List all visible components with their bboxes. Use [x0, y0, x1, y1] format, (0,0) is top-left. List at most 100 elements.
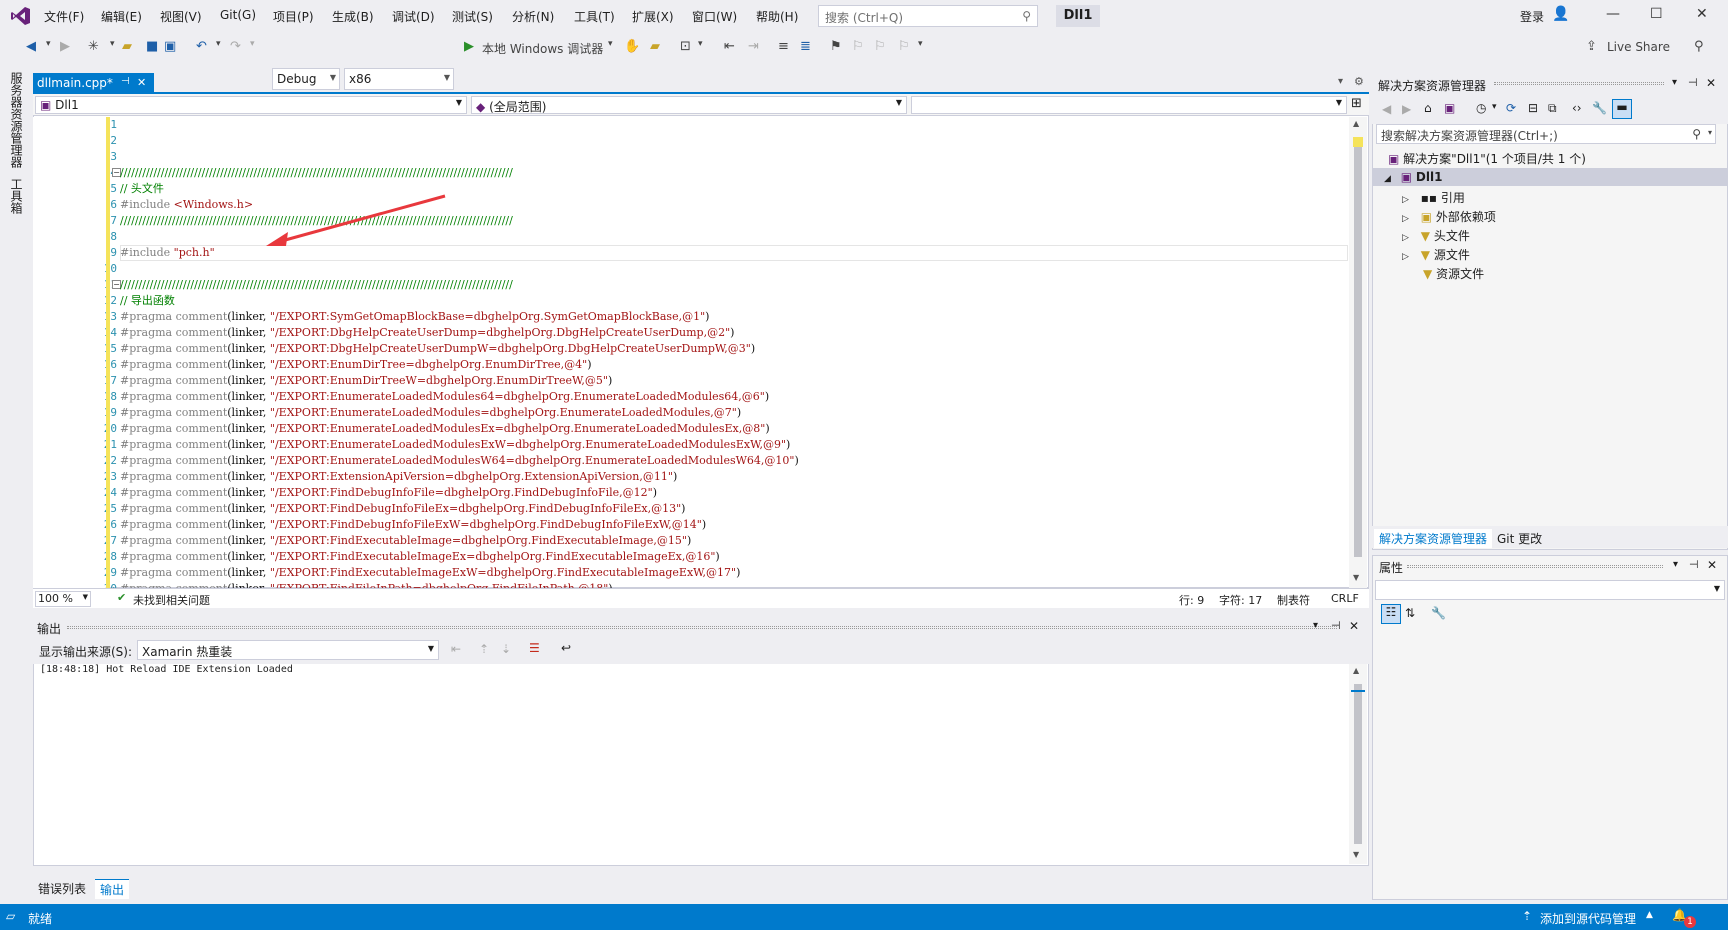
menu-view[interactable]: 视图(V): [160, 8, 202, 25]
menu-analyze[interactable]: 分析(N): [512, 8, 554, 25]
search-options-dropdown-icon[interactable]: ▾: [1708, 128, 1712, 137]
toolbox-tab[interactable]: 工具箱: [8, 178, 25, 214]
scroll-down-icon[interactable]: ▼: [1353, 850, 1359, 859]
tab-git-changes[interactable]: Git 更改: [1492, 529, 1547, 548]
categorized-icon[interactable]: ☷: [1381, 604, 1401, 624]
back-icon[interactable]: ◀: [26, 39, 36, 54]
step-icon[interactable]: ⇥: [748, 39, 759, 54]
settings-gear-icon[interactable]: ⚙: [1354, 75, 1364, 88]
server-explorer-tab[interactable]: 服务器资源管理器: [8, 72, 25, 168]
filter-dropdown-icon[interactable]: ▾: [1492, 102, 1497, 112]
project-node[interactable]: ◢ ▣ Dll1: [1384, 170, 1442, 184]
scroll-thumb[interactable]: [1354, 684, 1362, 844]
close-panel-icon[interactable]: ✕: [1707, 558, 1717, 572]
live-share-icon[interactable]: ⇪: [1586, 39, 1597, 54]
save-all-icon[interactable]: ▣: [164, 39, 176, 54]
account-icon[interactable]: 👤: [1552, 6, 1569, 22]
find-message-icon[interactable]: ⇤: [451, 642, 461, 656]
scroll-up-icon[interactable]: ▲: [1353, 119, 1359, 128]
prev-bookmark-icon[interactable]: ⚐: [852, 39, 864, 54]
chevron-right-icon[interactable]: ▷: [1402, 252, 1409, 262]
clear-bookmarks-icon[interactable]: ⚐: [898, 39, 910, 54]
properties-object-select[interactable]: ▼: [1375, 580, 1725, 600]
solution-node[interactable]: ▣ 解决方案"Dll1"(1 个项目/共 1 个): [1388, 150, 1586, 167]
pending-changes-icon[interactable]: ◷: [1476, 101, 1486, 115]
chevron-right-icon[interactable]: ▷: [1402, 233, 1409, 243]
live-share-button[interactable]: Live Share: [1607, 40, 1670, 54]
redo-icon[interactable]: ↷: [230, 39, 241, 54]
search-box[interactable]: 搜索 (Ctrl+Q) ⚲: [818, 5, 1038, 27]
panel-menu-icon[interactable]: ▾: [1672, 77, 1677, 88]
open-folder-icon[interactable]: ▰: [122, 39, 132, 54]
menu-debug[interactable]: 调试(D): [392, 8, 435, 25]
diagnostic-icon[interactable]: ⊡: [680, 39, 691, 54]
switch-views-icon[interactable]: ▣: [1444, 101, 1455, 115]
tab-solution-explorer[interactable]: 解决方案资源管理器: [1374, 529, 1493, 548]
bookmark-icon[interactable]: ⚑: [830, 39, 842, 54]
close-tab-icon[interactable]: ✕: [137, 76, 146, 89]
browse-folder-icon[interactable]: ▰: [650, 39, 660, 54]
panel-menu-icon[interactable]: ▾: [1673, 559, 1678, 570]
panel-menu-icon[interactable]: ▾: [1313, 620, 1318, 631]
chevron-right-icon[interactable]: ▷: [1402, 195, 1409, 205]
pin-icon[interactable]: ⊣: [1689, 558, 1699, 571]
tab-dllmain[interactable]: dllmain.cpp* ⊣ ✕: [33, 73, 154, 94]
step-over-icon[interactable]: ⇤: [724, 39, 735, 54]
uncomment-icon[interactable]: ≣: [800, 39, 811, 54]
comment-icon[interactable]: ≡: [778, 39, 789, 54]
tab-error-list[interactable]: 错误列表: [33, 879, 91, 898]
tree-node-external-deps[interactable]: ▷ ▣ 外部依赖项: [1402, 208, 1496, 225]
panel-grip[interactable]: [67, 626, 1337, 629]
tab-mode-indicator[interactable]: 制表符: [1277, 592, 1310, 608]
solution-search-input[interactable]: 搜索解决方案资源管理器(Ctrl+;) ⚲ ▾: [1376, 124, 1716, 144]
platform-select[interactable]: x86 ▼: [344, 68, 454, 90]
source-control-button[interactable]: 添加到源代码管理: [1540, 910, 1636, 927]
scroll-up-icon[interactable]: ▲: [1353, 666, 1359, 675]
maximize-button[interactable]: ☐: [1650, 6, 1663, 22]
scroll-thumb[interactable]: [1354, 137, 1362, 557]
output-vertical-scrollbar[interactable]: ▲ ▼: [1349, 664, 1367, 864]
minimize-button[interactable]: —: [1606, 6, 1620, 22]
forward-icon[interactable]: ▶: [1402, 102, 1411, 116]
preview-icon[interactable]: ▬: [1612, 99, 1632, 119]
tree-node-resource-files[interactable]: ▼ 资源文件: [1423, 265, 1484, 282]
start-debug-button[interactable]: 本地 Windows 调试器: [482, 40, 603, 57]
config-select[interactable]: Debug ▼: [272, 68, 340, 90]
next-bookmark-icon[interactable]: ⚐: [874, 39, 886, 54]
scroll-down-icon[interactable]: ▼: [1353, 573, 1359, 582]
chevron-right-icon[interactable]: ▷: [1402, 214, 1409, 224]
sync-icon[interactable]: ⟳: [1506, 101, 1516, 115]
menu-git[interactable]: Git(G): [220, 8, 256, 22]
chevron-up-icon[interactable]: ▲: [1646, 910, 1653, 920]
debug-target-dropdown-icon[interactable]: ▾: [608, 39, 613, 49]
back-dropdown-icon[interactable]: ▾: [46, 39, 51, 49]
tree-node-header-files[interactable]: ▷ ▼ 头文件: [1402, 227, 1470, 244]
property-pages-icon[interactable]: 🔧: [1431, 606, 1446, 620]
expanded-chevron-icon[interactable]: ◢: [1384, 174, 1391, 184]
alphabetical-icon[interactable]: ⇅: [1405, 606, 1415, 620]
attach-icon[interactable]: ✋: [624, 39, 640, 54]
tree-node-references[interactable]: ▷ ▪▪ 引用: [1402, 189, 1465, 206]
close-panel-icon[interactable]: ✕: [1349, 619, 1359, 633]
next-message-icon[interactable]: ⇣: [501, 642, 511, 656]
show-all-files-icon[interactable]: ⧉: [1548, 101, 1557, 116]
eol-indicator[interactable]: CRLF: [1331, 592, 1359, 605]
home-icon[interactable]: ⌂: [1424, 101, 1432, 115]
panel-grip[interactable]: [1407, 565, 1663, 568]
view-code-icon[interactable]: ‹›: [1572, 101, 1582, 115]
diagnostic-dropdown-icon[interactable]: ▾: [698, 39, 703, 49]
pin-icon[interactable]: ⊣: [121, 76, 130, 87]
pin-icon[interactable]: ⊣: [1331, 619, 1341, 632]
issues-status[interactable]: 未找到相关问题: [133, 592, 210, 608]
redo-dropdown-icon[interactable]: ▾: [250, 39, 255, 49]
close-panel-icon[interactable]: ✕: [1706, 76, 1716, 90]
zoom-select[interactable]: 100 % ▼: [35, 591, 91, 607]
panel-grip[interactable]: [1494, 82, 1664, 85]
feedback-icon[interactable]: ⚲: [1694, 39, 1704, 54]
menu-window[interactable]: 窗口(W): [692, 8, 737, 25]
code-text[interactable]: ////////////////////////////////////////…: [120, 117, 1344, 588]
properties-wrench-icon[interactable]: 🔧: [1592, 101, 1607, 115]
scope-select[interactable]: ◆ (全局范围) ▼: [471, 96, 907, 114]
menu-edit[interactable]: 编辑(E): [101, 8, 142, 25]
project-select[interactable]: ▣ Dll1 ▼: [35, 96, 467, 114]
